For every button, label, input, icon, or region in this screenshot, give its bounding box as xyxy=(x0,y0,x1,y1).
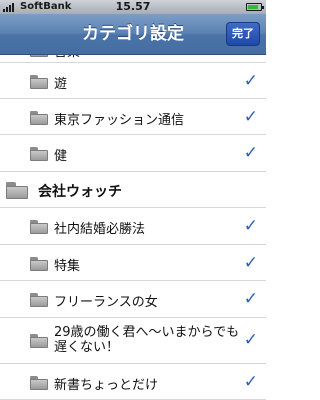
checkmark-icon: ✓ xyxy=(243,330,258,350)
list-item-label: 音楽 xyxy=(54,55,80,60)
list-group-header[interactable]: 会社ウォッチ xyxy=(0,172,266,208)
folder-icon xyxy=(30,293,48,307)
list-item[interactable]: フリーランスの女 ✓ xyxy=(0,281,266,318)
done-button[interactable]: 完了 xyxy=(226,22,260,46)
list-item-label: 遊 xyxy=(54,77,68,92)
folder-icon xyxy=(30,111,48,125)
folder-icon xyxy=(30,334,48,348)
list-item-label: 29歳の働く君へ〜いまからでも遅くない！ xyxy=(54,325,240,355)
list-item-label: 東京ファッション通信 xyxy=(54,113,185,128)
navigation-bar: カテゴリ設定 完了 xyxy=(0,14,266,55)
category-list[interactable]: 音楽 ✓ 遊 ✓ 東京ファッション通信 ✓ 健 ✓ 会社ウォッチ xyxy=(0,55,266,400)
status-time: 15.57 xyxy=(115,0,151,13)
list-item-label: 健 xyxy=(54,149,68,164)
list-item-label: 社内結婚必勝法 xyxy=(54,222,146,237)
list-item-partial[interactable]: 音楽 ✓ xyxy=(0,55,266,63)
folder-icon xyxy=(30,257,48,271)
list-item[interactable]: 新書ちょっとだけ ✓ xyxy=(0,364,266,400)
checkmark-icon: ✓ xyxy=(243,216,258,236)
folder-icon xyxy=(30,75,48,89)
folder-icon xyxy=(30,147,48,161)
checkmark-icon: ✓ xyxy=(244,55,258,58)
status-bar: SoftBank 15.57 xyxy=(0,0,266,14)
checkmark-icon: ✓ xyxy=(243,143,258,163)
list-item[interactable]: 29歳の働く君へ〜いまからでも遅くない！ ✓ xyxy=(0,318,266,364)
list-item[interactable]: 遊 ✓ xyxy=(0,63,266,99)
list-item-label: 新書ちょっとだけ xyxy=(54,378,159,393)
list-group-label: 会社ウォッチ xyxy=(38,184,122,200)
checkmark-icon: ✓ xyxy=(243,253,258,273)
checkmark-icon: ✓ xyxy=(243,289,258,309)
folder-icon xyxy=(6,182,28,199)
battery-icon xyxy=(246,3,264,11)
folder-icon xyxy=(30,376,48,390)
folder-icon xyxy=(30,55,48,57)
checkmark-icon: ✓ xyxy=(243,71,258,91)
checkmark-icon: ✓ xyxy=(243,107,258,127)
list-item[interactable]: 東京ファッション通信 ✓ xyxy=(0,99,266,135)
list-item[interactable]: 特集 ✓ xyxy=(0,245,266,281)
list-item-label: フリーランスの女 xyxy=(54,295,158,310)
folder-icon xyxy=(30,220,48,234)
list-item[interactable]: 健 ✓ xyxy=(0,135,266,172)
checkmark-icon: ✓ xyxy=(243,372,258,392)
list-item[interactable]: 社内結婚必勝法 ✓ xyxy=(0,208,266,245)
list-item-label: 特集 xyxy=(54,259,81,274)
